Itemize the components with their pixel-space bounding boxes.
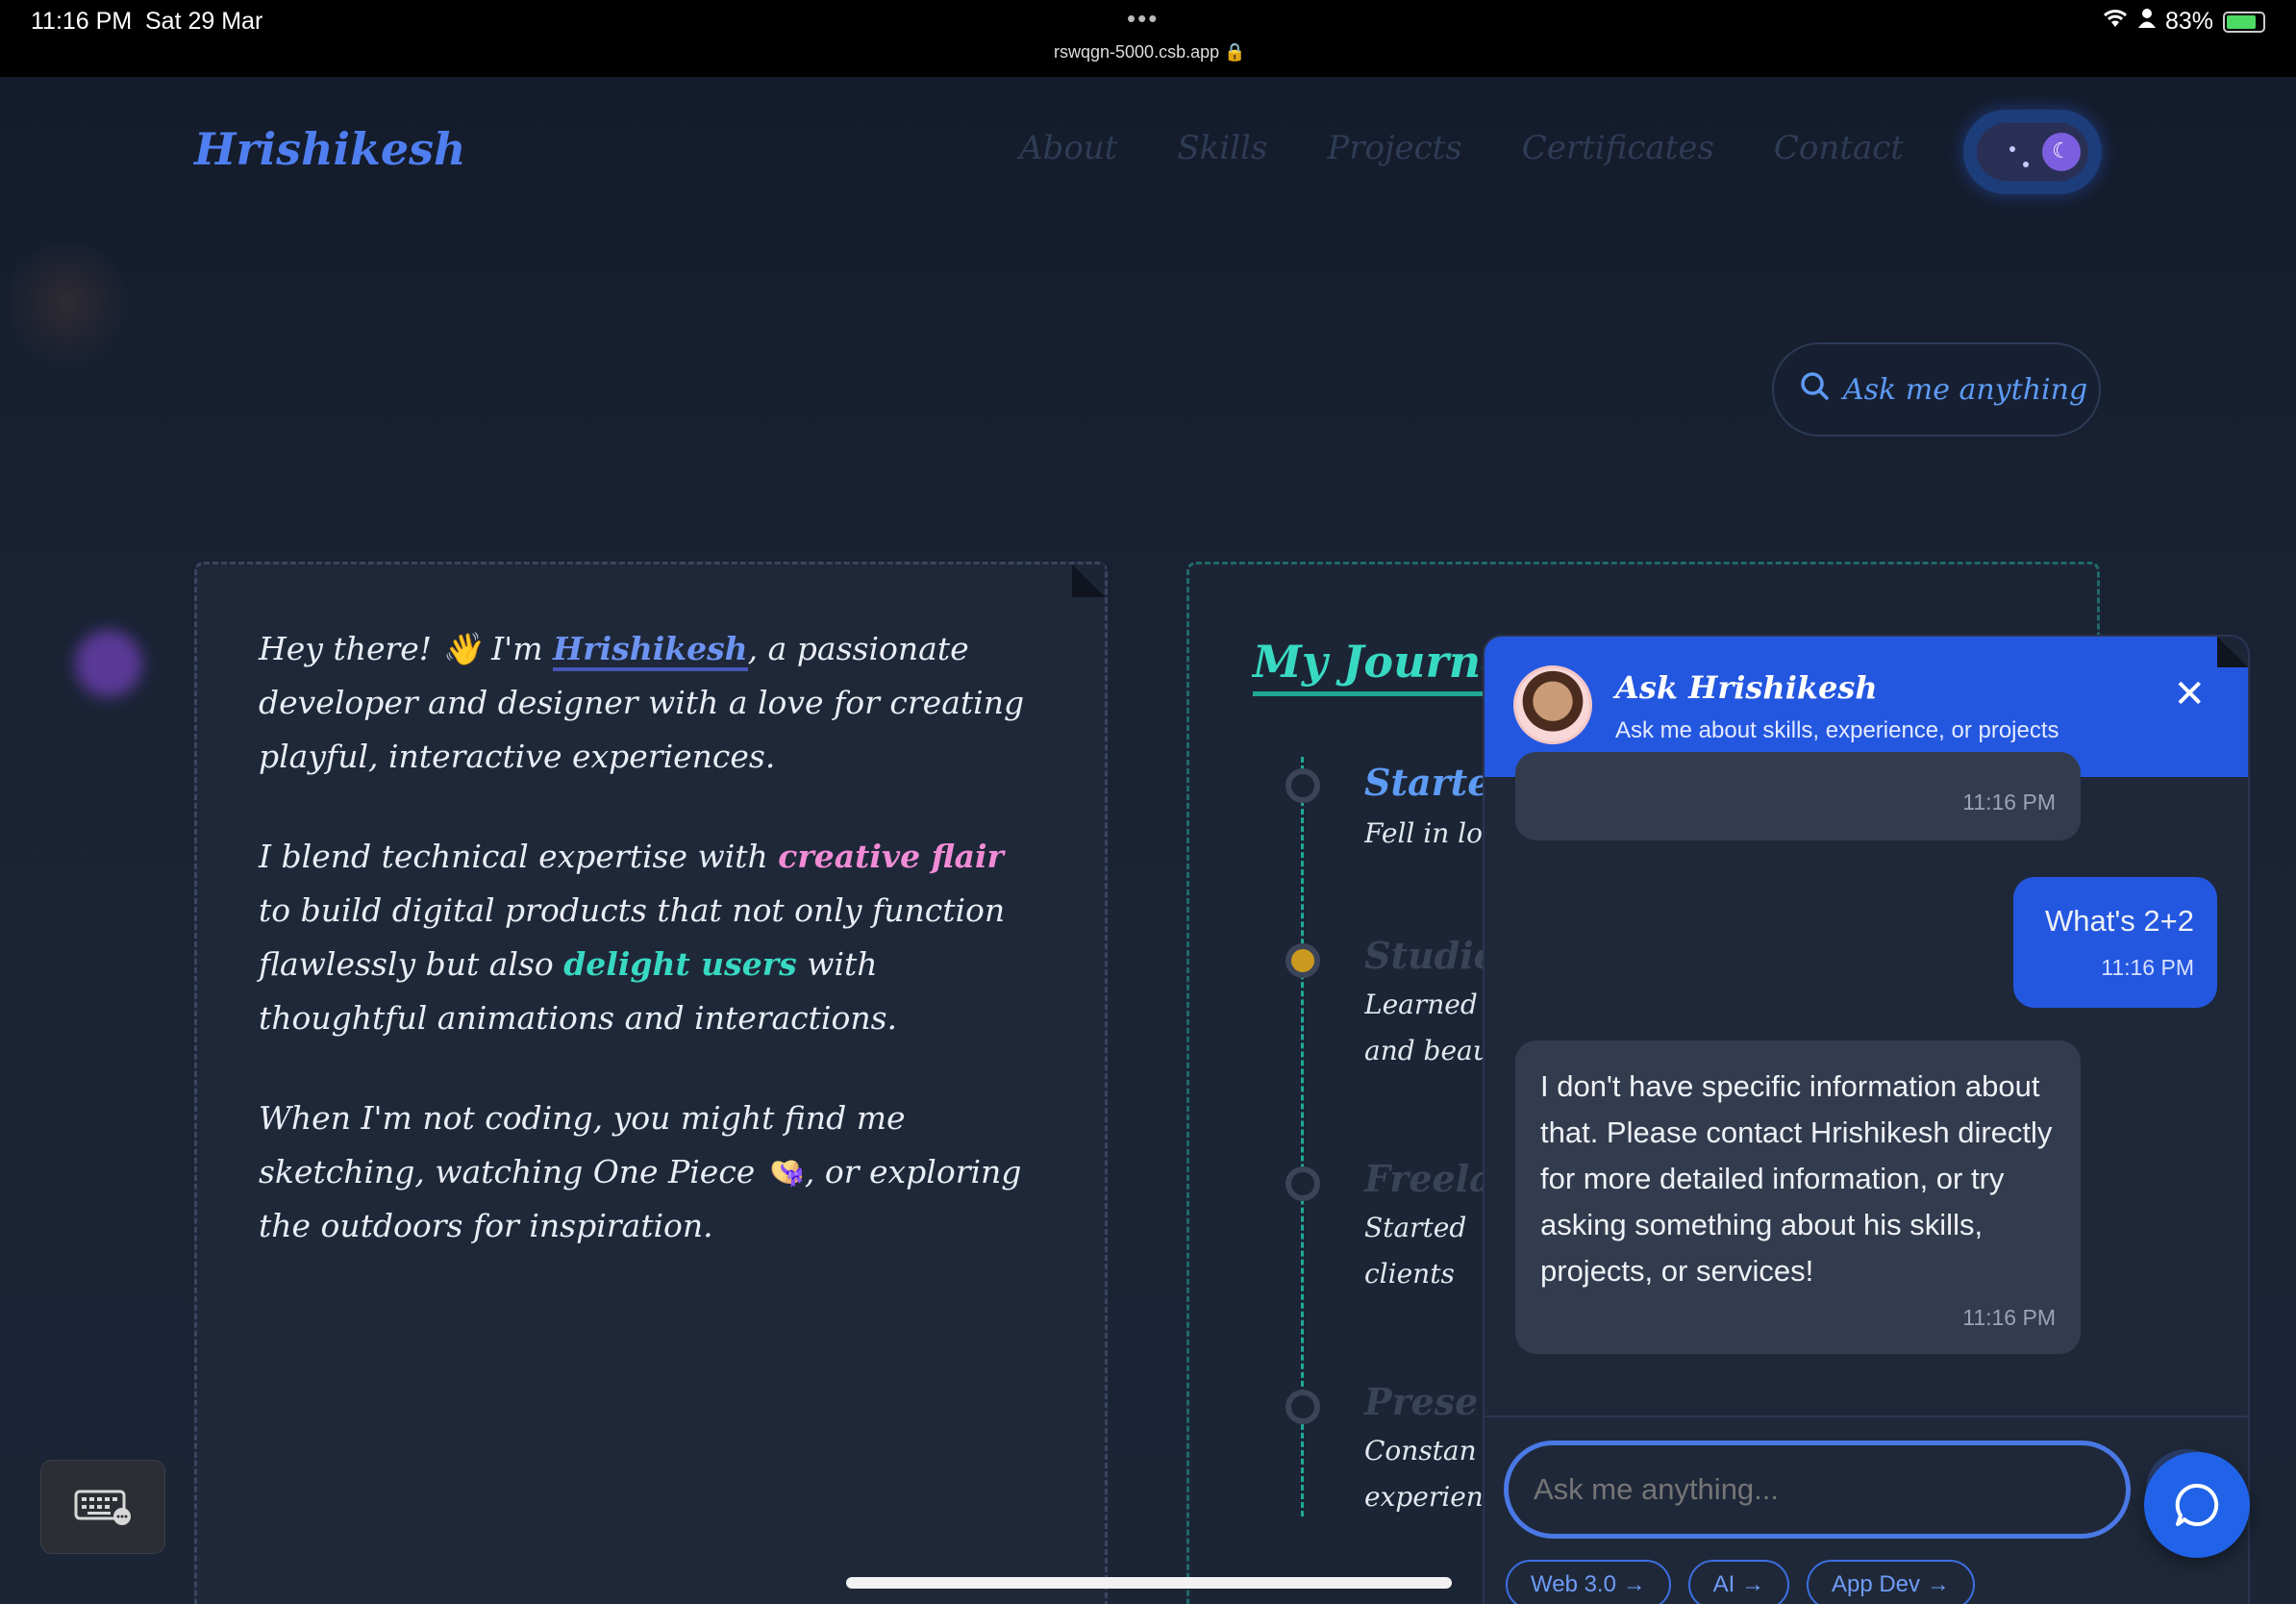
status-right: 83% bbox=[2102, 8, 2265, 36]
chat-toggle-button[interactable] bbox=[2144, 1452, 2250, 1558]
chip-app-dev[interactable]: App Dev → bbox=[1806, 1560, 1975, 1604]
star-icon bbox=[2023, 162, 2029, 167]
status-bar: 11:16 PM Sat 29 Mar ••• rswqgn-5000.csb.… bbox=[0, 0, 2296, 77]
name-highlight: Hrishikesh bbox=[553, 630, 748, 671]
search-icon bbox=[1799, 370, 1830, 409]
timeline-item-desc: Learned and beau bbox=[1364, 989, 1490, 1066]
wifi-icon bbox=[2102, 8, 2129, 36]
chat-panel: Ask Hrishikesh Ask me about skills, expe… bbox=[1483, 635, 2250, 1604]
timeline-item-title: Starte bbox=[1364, 761, 1491, 804]
nav-link-skills[interactable]: Skills bbox=[1177, 129, 1267, 167]
chat-title: Ask Hrishikesh bbox=[1615, 669, 1878, 706]
main-nav: About Skills Projects Certificates Conta… bbox=[1019, 129, 1904, 167]
chat-bubble-icon bbox=[2175, 1483, 2219, 1526]
theme-toggle-track: ☾ bbox=[1977, 123, 2088, 181]
nav-link-about[interactable]: About bbox=[1019, 129, 1117, 167]
timeline-item-title: Freela bbox=[1364, 1157, 1493, 1200]
about-paragraph-1: Hey there! 👋 I'm Hrishikesh, a passionat… bbox=[259, 630, 1025, 775]
timeline-item-title: Studie bbox=[1364, 934, 1497, 977]
chat-message-bot: I don't have specific information about … bbox=[1515, 1040, 2081, 1354]
chip-ai[interactable]: AI → bbox=[1687, 1560, 1789, 1604]
message-text: I don't have specific information about … bbox=[1540, 1069, 2053, 1288]
about-paragraph-2: I blend technical expertise with creativ… bbox=[259, 838, 1006, 1037]
avatar bbox=[1513, 665, 1592, 744]
timeline-item-desc: Constan experien bbox=[1364, 1435, 1484, 1513]
about-card: Hey there! 👋 I'm Hrishikesh, a passionat… bbox=[194, 562, 1108, 1604]
timeline-dot bbox=[1285, 1390, 1320, 1424]
theme-toggle[interactable]: ☾ bbox=[1963, 110, 2102, 194]
keyboard-button[interactable] bbox=[40, 1460, 165, 1554]
chat-message-bot: 11:16 PM bbox=[1515, 752, 2081, 840]
folded-corner bbox=[1072, 564, 1105, 597]
timeline-item-desc: Started clients bbox=[1364, 1212, 1467, 1290]
chat-subtitle: Ask me about skills, experience, or proj… bbox=[1615, 717, 2059, 743]
chat-divider bbox=[1485, 1416, 2248, 1417]
timeline-item-title: Prese bbox=[1364, 1380, 1479, 1423]
battery-icon bbox=[2223, 11, 2265, 33]
timeline-dot bbox=[1285, 1166, 1320, 1201]
site-logo[interactable]: Hrishikesh bbox=[194, 123, 465, 175]
ask-pill-label: Ask me anything bbox=[1843, 372, 2088, 407]
timeline-dot-active bbox=[1285, 943, 1320, 978]
message-time: 11:16 PM bbox=[1962, 789, 2056, 815]
ask-me-anything-button[interactable]: Ask me anything bbox=[1772, 342, 2101, 437]
nav-link-projects[interactable]: Projects bbox=[1327, 129, 1461, 167]
portfolio-page: Hrishikesh About Skills Projects Certifi… bbox=[0, 77, 2296, 1604]
user-icon bbox=[2137, 8, 2156, 36]
message-text: What's 2+2 bbox=[2045, 904, 2194, 938]
background-blob bbox=[0, 240, 135, 365]
creative-flair-highlight: creative flair bbox=[778, 838, 1004, 875]
folded-corner bbox=[2217, 637, 2248, 667]
nav-link-certificates[interactable]: Certificates bbox=[1522, 129, 1714, 167]
delight-users-highlight: delight users bbox=[563, 945, 797, 983]
multitasking-dots-icon[interactable]: ••• bbox=[1127, 4, 1159, 34]
nav-link-contact[interactable]: Contact bbox=[1774, 129, 1904, 167]
home-indicator[interactable] bbox=[846, 1577, 1452, 1589]
status-time: 11:16 PM bbox=[31, 8, 133, 35]
message-time: 11:16 PM bbox=[1962, 1305, 2056, 1330]
suggestion-chips: Web 3.0 → AI → App Dev → bbox=[1506, 1560, 1975, 1604]
close-icon[interactable]: ✕ bbox=[2173, 675, 2206, 714]
chip-web3[interactable]: Web 3.0 → bbox=[1506, 1560, 1671, 1604]
star-icon bbox=[2009, 146, 2015, 152]
chat-message-user: What's 2+2 11:16 PM bbox=[2013, 877, 2217, 1008]
chat-input[interactable] bbox=[1504, 1441, 2131, 1539]
purple-glow-orb bbox=[75, 630, 142, 697]
moon-icon: ☾ bbox=[2042, 133, 2081, 171]
lock-icon: 🔒 bbox=[1224, 42, 1246, 62]
message-time: 11:16 PM bbox=[2101, 955, 2194, 980]
timeline-item-desc: Fell in lo bbox=[1364, 817, 1483, 849]
status-date: Sat 29 Mar bbox=[145, 8, 263, 35]
about-paragraph-3: When I'm not coding, you might find me s… bbox=[259, 1099, 1022, 1244]
timeline-dot bbox=[1285, 768, 1320, 803]
keyboard-icon bbox=[74, 1490, 131, 1525]
battery-percent: 83% bbox=[2164, 8, 2213, 35]
url-label: rswqgn-5000.csb.app 🔒 bbox=[1054, 42, 1246, 62]
